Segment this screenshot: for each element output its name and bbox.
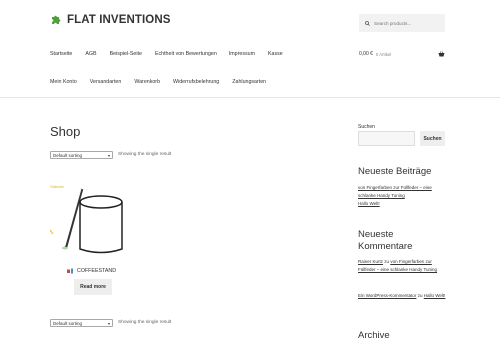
nav-item-mein-konto[interactable]: Mein Konto [50, 79, 77, 85]
cart-count: 0 Artikel [375, 51, 392, 57]
primary-navigation: Startseite AGB Beispiel-Seite Echtheit v… [50, 51, 283, 57]
recent-comments-heading: Neueste Kommentare [358, 229, 412, 253]
nav-item-versandarten[interactable]: Versandarten [90, 79, 122, 85]
secondary-navigation: Mein Konto Versandarten Warenkorb Widerr… [50, 79, 266, 85]
nav-item-widerrufsbelehrung[interactable]: Widerrufsbelehrung [173, 79, 219, 85]
recent-posts-list: von Fingerfarben zur Füllfeder – eine sc… [358, 184, 448, 208]
search-input[interactable] [374, 20, 444, 26]
nav-item-kasse[interactable]: Kasse [268, 51, 283, 57]
recent-post-link[interactable]: von Fingerfarben zur Füllfeder – eine sc… [358, 185, 432, 198]
sorting-select-bottom[interactable]: Default sorting ▾ [50, 319, 113, 327]
comment-post-link[interactable]: Hallo Welt! [424, 293, 446, 298]
product-search[interactable] [359, 14, 445, 32]
result-count-top: Showing the single result [118, 152, 172, 157]
nav-item-echtheit[interactable]: Echtheit von Bewertungen [155, 51, 217, 57]
recent-comment-1: Rainer Kurtz zu von Fingerfarben zur Fül… [358, 258, 448, 274]
sorting-select-top[interactable]: Default sorting ▾ [50, 151, 113, 159]
nav-item-startseite[interactable]: Startseite [50, 51, 72, 57]
chevron-down-icon: ▾ [107, 320, 110, 326]
recent-comments-heading-line2: Kommentare [358, 241, 413, 252]
comment-zu-text: zu [417, 293, 423, 298]
sorting-value: Default sorting [53, 152, 83, 158]
site-title: FLAT INVENTIONS [67, 14, 171, 26]
archive-heading: Archive [358, 330, 390, 341]
nav-item-agb[interactable]: AGB [85, 51, 96, 57]
product-image-label: Ständer [50, 184, 65, 189]
recent-comment-2: Ein WordPress-Kommentator zu Hallo Welt! [358, 292, 448, 300]
sidebar-search-button[interactable]: Suchen [420, 131, 445, 146]
nav-item-impressum[interactable]: Impressum [229, 51, 255, 57]
sidebar-search-input[interactable] [358, 131, 415, 146]
cart-amount: 0,00 € [359, 51, 373, 57]
hello-world-link[interactable]: Hallo Welt! [358, 201, 380, 206]
result-count-bottom: Showing the single result [118, 320, 172, 325]
puzzle-logo-icon [52, 15, 61, 24]
cup-icon [67, 268, 73, 274]
header-cart[interactable]: 0,00 € 0 Artikel [359, 51, 445, 57]
shopping-basket-icon [438, 51, 445, 57]
comment-author-link[interactable]: Rainer Kurtz [358, 259, 383, 264]
nav-item-beispiel-seite[interactable]: Beispiel-Seite [110, 51, 142, 57]
product-image[interactable]: Ständer [49, 180, 130, 260]
chevron-down-icon: ▾ [107, 152, 110, 158]
comment-zu-text: zu [384, 259, 390, 264]
nav-item-zahlungsarten[interactable]: Zahlungsarten [232, 79, 266, 85]
search-icon [365, 20, 370, 26]
page-title: Shop [50, 124, 81, 139]
recent-comments-heading-line1: Neueste [358, 229, 394, 240]
product-title[interactable]: COFFEESTAND [67, 268, 116, 274]
sidebar-search-label: Suchen [358, 124, 375, 130]
recent-posts-heading: Neueste Beiträge [358, 166, 432, 177]
product-title-text: COFFEESTAND [77, 268, 117, 274]
nav-item-warenkorb[interactable]: Warenkorb [134, 79, 160, 85]
comment-author-link[interactable]: Ein WordPress-Kommentator [358, 293, 416, 298]
header-divider [0, 97, 500, 98]
site-logo[interactable]: FLAT INVENTIONS [50, 14, 171, 26]
read-more-button[interactable]: Read more [74, 279, 112, 295]
sorting-value: Default sorting [53, 320, 83, 326]
